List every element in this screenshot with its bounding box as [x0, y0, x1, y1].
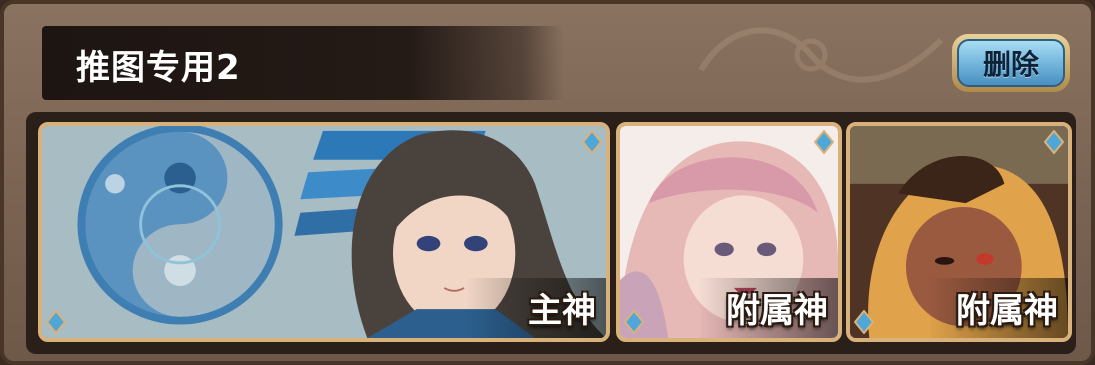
- blue-gem-icon: [582, 130, 602, 154]
- card-role-label: 附属神: [726, 291, 828, 331]
- blue-gem-icon: [46, 310, 66, 334]
- delete-button-label: 删除: [957, 39, 1065, 87]
- yin-yang-icon: [77, 126, 283, 325]
- blue-gem-icon: [854, 310, 874, 334]
- blue-gem-icon: [624, 310, 644, 334]
- main-god-card[interactable]: 主神: [38, 122, 610, 342]
- blue-gem-icon: [814, 130, 834, 154]
- sub-god-card-1[interactable]: 附属神: [616, 122, 842, 342]
- sub-god-card-2[interactable]: 附属神: [846, 122, 1072, 342]
- team-name: 推图专用2: [76, 48, 241, 88]
- card-role-label: 附属神: [956, 291, 1058, 331]
- team-panel: 推图专用2 删除 主神 附属神 附属神: [0, 0, 1095, 365]
- card-role-label: 主神: [528, 291, 596, 331]
- delete-button[interactable]: 删除: [952, 34, 1070, 92]
- panel-ornament: [698, 27, 944, 83]
- blue-gem-icon: [1044, 130, 1064, 154]
